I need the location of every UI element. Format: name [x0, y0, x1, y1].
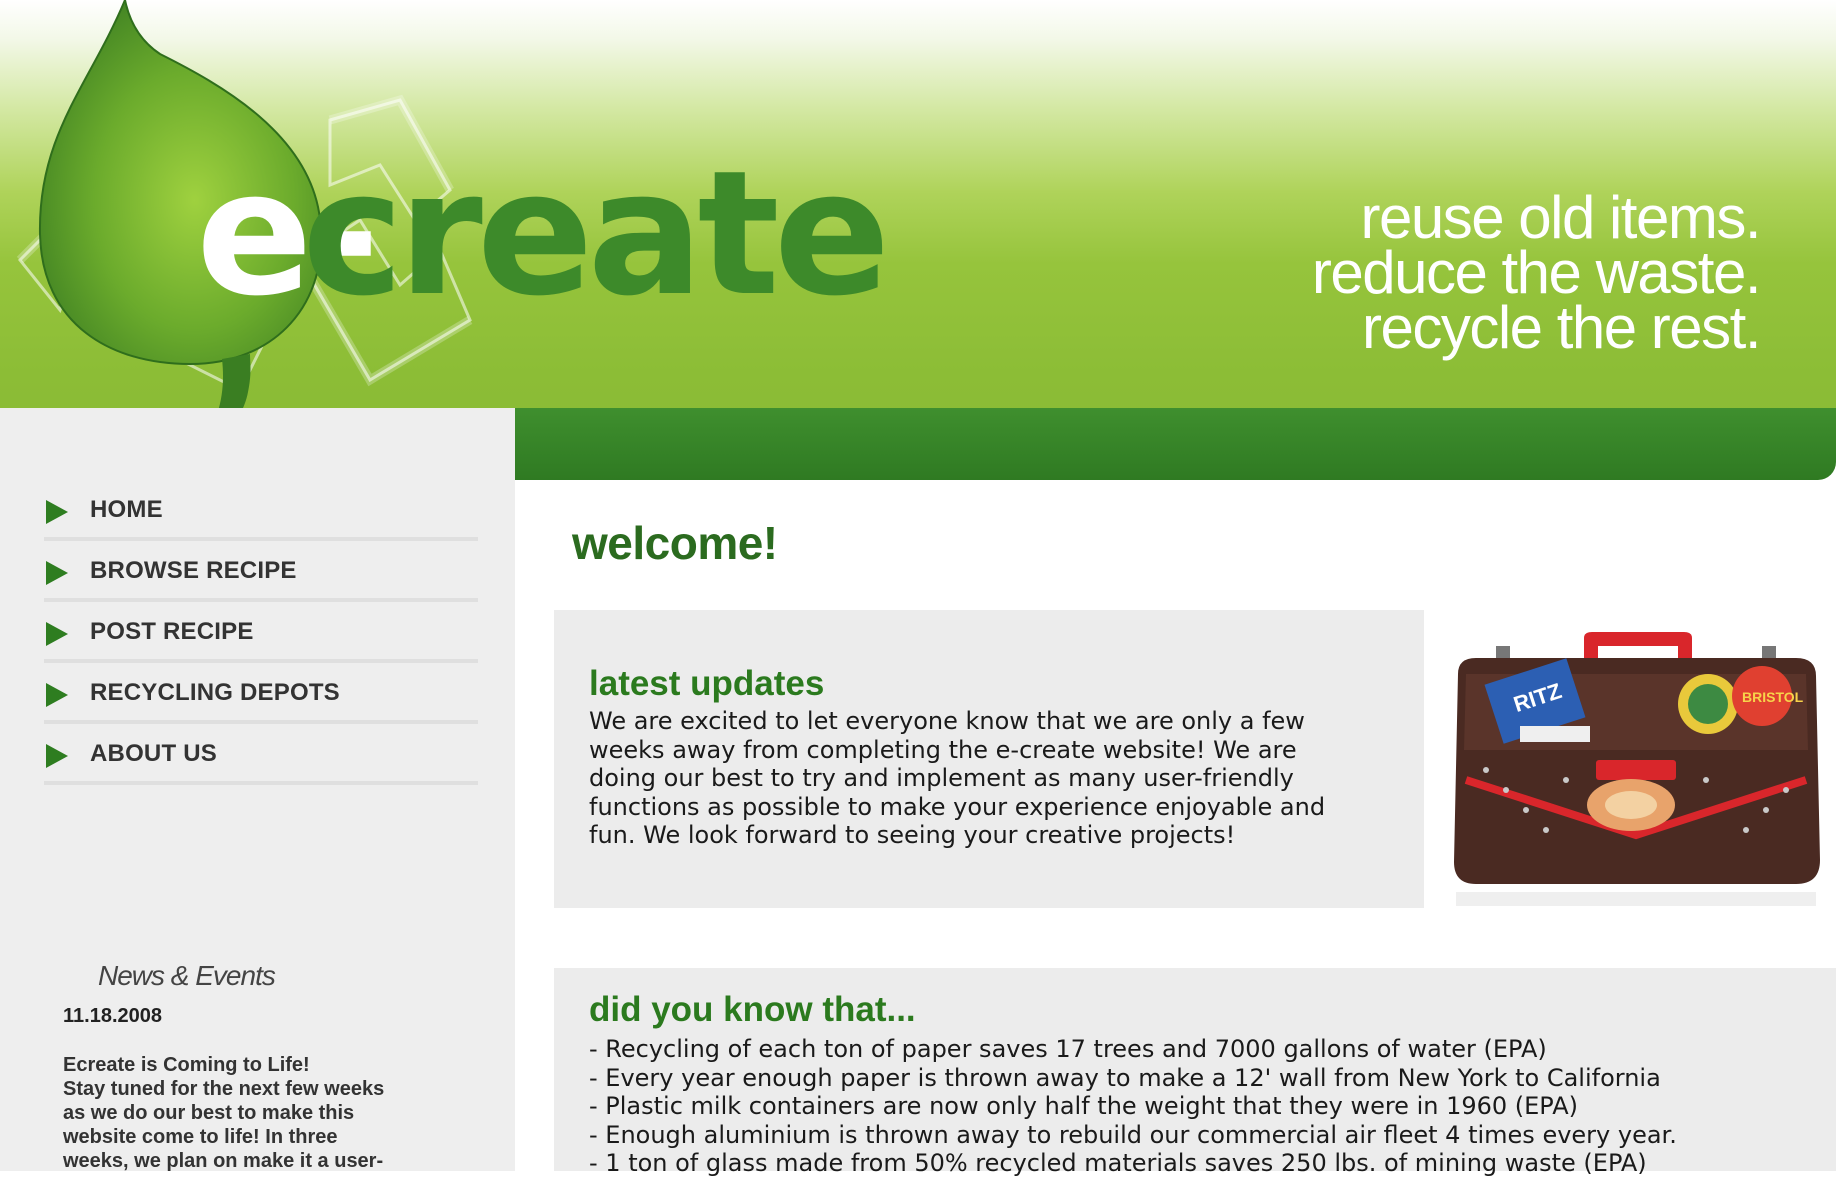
fact-item: - 1 ton of glass made from 50% recycled …: [589, 1149, 1647, 1177]
news-line: as we do our best to make this: [63, 1102, 355, 1124]
latest-updates-heading: latest updates: [589, 664, 825, 703]
header-dark-band: [515, 408, 1836, 480]
arrow-right-icon: [46, 683, 68, 707]
updates-line: fun. We look forward to seeing your crea…: [589, 821, 1236, 849]
sticker-label: BRISTOL: [1742, 689, 1804, 705]
tagline-line: reduce the waste.: [1311, 239, 1762, 306]
arrow-right-icon: [46, 744, 68, 768]
news-line: Ecreate is Coming to Life!: [63, 1054, 310, 1076]
nav-item-browse-recipe[interactable]: BROWSE RECIPE: [44, 541, 478, 602]
fact-item: - Every year enough paper is thrown away…: [589, 1063, 1661, 1092]
tagline-line: recycle the rest.: [1362, 294, 1762, 361]
fact-item: - Enough aluminium is thrown away to reb…: [589, 1120, 1677, 1149]
updates-line: We are excited to let everyone know that…: [589, 707, 1305, 735]
updates-line: functions as possible to make your exper…: [589, 792, 1326, 821]
arrow-right-icon: [46, 500, 68, 524]
tagline-line: reuse old items.: [1360, 184, 1761, 251]
nav-label: HOME: [90, 496, 163, 523]
nav-label: POST RECIPE: [90, 618, 254, 645]
news-line: website come to life! In three: [63, 1126, 338, 1148]
arrow-right-icon: [46, 622, 68, 646]
did-you-know-heading: did you know that...: [589, 990, 916, 1029]
news-body: Ecreate is Coming to Life! Stay tuned fo…: [63, 1053, 443, 1173]
news-line: Stay tuned for the next few weeks: [63, 1078, 385, 1100]
recycled-bag-image: RITZ BRISTOL: [1454, 632, 1820, 906]
fact-item: - Plastic milk containers are now only h…: [589, 1092, 1579, 1120]
did-you-know-panel: did you know that... - Recycling of each…: [554, 968, 1836, 1177]
page-title: welcome!: [572, 517, 778, 569]
fact-item: - Recycling of each ton of paper saves 1…: [589, 1035, 1547, 1063]
arrow-right-icon: [46, 561, 68, 585]
logo-wordmark: create: [302, 133, 890, 334]
nav-item-post-recipe[interactable]: POST RECIPE: [44, 602, 478, 663]
news-line: weeks, we plan on make it a user-: [63, 1150, 384, 1172]
nav-label: RECYCLING DEPOTS: [90, 679, 340, 706]
news-date: 11.18.2008: [63, 1005, 162, 1027]
sidebar: HOME BROWSE RECIPE POST RECIPE RECYCLING…: [0, 408, 515, 1173]
facts-list: - Recycling of each ton of paper saves 1…: [589, 1035, 1677, 1178]
updates-line: doing our best to try and implement as m…: [589, 764, 1294, 792]
news-heading: News & Events: [98, 960, 276, 991]
tagline: reuse old items. reduce the waste. recyc…: [1311, 184, 1762, 361]
nav-item-home[interactable]: HOME: [44, 480, 478, 541]
main-nav: HOME BROWSE RECIPE POST RECIPE RECYCLING…: [44, 480, 478, 785]
latest-updates-body: We are excited to let everyone know that…: [589, 707, 1389, 850]
nav-label: BROWSE RECIPE: [90, 557, 297, 584]
latest-updates-panel: latest updates We are excited to let eve…: [554, 610, 1424, 908]
nav-item-recycling-depots[interactable]: RECYCLING DEPOTS: [44, 663, 478, 724]
nav-label: ABOUT US: [90, 740, 217, 767]
nav-item-about-us[interactable]: ABOUT US: [44, 724, 478, 785]
updates-line: weeks away from completing the e-create …: [589, 735, 1297, 764]
